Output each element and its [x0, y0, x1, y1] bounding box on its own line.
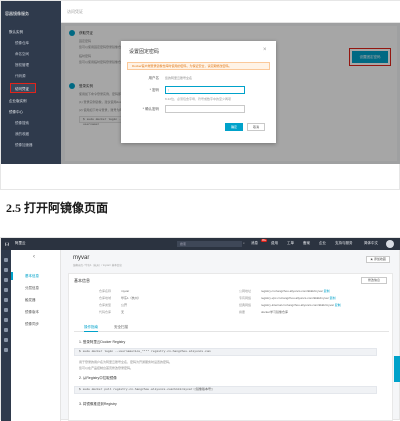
- note-password: 您可以在产品控制台首页修改登录密码。: [79, 366, 134, 370]
- kv-repo-region: 仓库地域 华东1（杭州）: [99, 296, 141, 300]
- set-password-modal: 设置固定密码 × Docker客户端登录镜像仓库时使用的密码，为保证安全，请定期…: [121, 41, 276, 143]
- notification-badge: 99+: [261, 239, 268, 242]
- modal-warning: Docker客户端登录镜像仓库时使用的密码，为保证安全，请定期修改密码。: [127, 62, 270, 70]
- kv-vpc-address: 专有网络 registry-vpc.cn-hangzhou.aliyuncs.co…: [239, 296, 336, 300]
- sidebar-item-code-source[interactable]: 代码源: [1, 71, 61, 81]
- icon-rail: [1, 250, 11, 421]
- tab-security-scan[interactable]: 安全扫描: [114, 325, 128, 330]
- ok-button[interactable]: 确定: [225, 123, 243, 131]
- aliyun-logo[interactable]: (-): [5, 241, 9, 246]
- brand-name[interactable]: 阿里云: [15, 241, 26, 246]
- sidebar-item-accelerator[interactable]: 镜像加速器: [1, 140, 61, 150]
- modal-title: 设置固定密码: [129, 49, 160, 55]
- sidebar-item-access-credentials[interactable]: 访问凭证: [10, 83, 36, 93]
- edit-info-button[interactable]: 修改信息: [361, 277, 387, 284]
- repo-title: myvar: [73, 255, 90, 261]
- storage-icon[interactable]: [4, 318, 8, 322]
- page-header: 访问凭证: [61, 1, 400, 23]
- sidebar: 容器镜像服务 默认实例 镜像仓库 命名空间 授权管理 代码源 访问凭证 企业版实…: [1, 1, 61, 164]
- sidebar-item-favorites[interactable]: 我的收藏: [1, 129, 61, 139]
- avatar[interactable]: [386, 240, 394, 248]
- server-icon[interactable]: [4, 278, 8, 282]
- console-screenshot-repository: (-) 阿里云 搜索 ⌕ 消息 99+ 费用 工单 备案 企业 支持与服务 简体…: [0, 237, 400, 421]
- section-login: 1. 登录阿里云Docker Registry: [79, 340, 126, 344]
- password-hint: 8-32位，必须包含字母、符号或数字中的至少两项: [165, 97, 232, 101]
- back-icon[interactable]: ‹: [33, 254, 35, 260]
- username-value: 您的阿里云账号全名: [165, 76, 193, 80]
- kv-code-repo: 代码仓库无: [99, 310, 125, 314]
- password-label: * 密码: [149, 88, 159, 92]
- copy-link[interactable]: 复制: [324, 289, 330, 293]
- subnav-sync[interactable]: 镜像同步: [25, 322, 39, 327]
- nav-icp[interactable]: 备案: [303, 241, 310, 246]
- sidebar-brand: 容器镜像服务: [5, 11, 29, 16]
- active-indicator: [11, 272, 13, 280]
- kv-classic-address: 经典网络 registry-internal.cn-hangzhou.aliyun…: [239, 303, 341, 307]
- cloud-icon[interactable]: [4, 298, 8, 302]
- sidebar-item-image-center[interactable]: 镜像中心: [1, 107, 61, 117]
- search-icon[interactable]: ⌕: [243, 241, 245, 245]
- repo-main: myvar 镜像仓库 / 华东1（杭州）/ myvar / 基本信息 ★ 添加收…: [61, 250, 400, 421]
- confirm-password-label: * 确认密码: [142, 107, 159, 111]
- nav-billing[interactable]: 费用: [271, 241, 278, 246]
- add-favorite-button[interactable]: ★ 添加收藏: [366, 256, 390, 263]
- close-icon[interactable]: ×: [263, 47, 267, 53]
- kv-summary: 摘要 docker学习镜像仓库: [239, 310, 289, 314]
- username-label: 用户名: [148, 76, 160, 80]
- basic-info-card: 基本信息 修改信息 仓库名称 myvar 仓库地域 华东1（杭州） 仓库类型 公开 代…: [68, 273, 393, 421]
- code-login: $ sudo docker login --username=ice_**** …: [74, 348, 377, 356]
- sidebar-item-authorization[interactable]: 授权管理: [1, 60, 61, 70]
- sidebar-item-enterprise[interactable]: 企业版实例: [1, 96, 61, 106]
- nav-language[interactable]: 简体中文: [364, 241, 378, 246]
- note-username: 用于登录的用户名为阿里云账号全名，密码为开通服务时设置的密码。: [79, 360, 173, 364]
- nav-enterprise[interactable]: 企业: [319, 241, 326, 246]
- password-field[interactable]: |: [165, 86, 245, 94]
- top-nav-bar: (-) 阿里云 搜索 ⌕ 消息 99+ 费用 工单 备案 企业 支持与服务 简体…: [1, 238, 400, 250]
- breadcrumb: 镜像仓库 / 华东1（杭州）/ myvar / 基本信息: [73, 264, 122, 267]
- subnav-triggers[interactable]: 触发器: [25, 298, 36, 303]
- menu-icon[interactable]: [4, 258, 8, 262]
- database-icon[interactable]: [4, 288, 8, 292]
- card-tabs: 操作指南 安全扫描: [74, 325, 389, 332]
- monitor-icon[interactable]: [4, 338, 8, 342]
- repo-subnav: ‹ 基本信息 分层信息 触发器 镜像版本 镜像同步: [11, 250, 61, 421]
- card-title: 基本信息: [74, 278, 90, 283]
- kv-repo-type: 仓库类型 公开: [99, 303, 128, 307]
- code-pull: $ sudo docker pull registry.cn-hangzhou.…: [74, 386, 377, 394]
- tab-guide[interactable]: 操作指南: [84, 325, 98, 332]
- container-icon[interactable]: [4, 328, 8, 332]
- network-icon[interactable]: [4, 308, 8, 312]
- sidebar-item-namespaces[interactable]: 命名空间: [1, 49, 61, 59]
- section-heading: 2.5 打开阿镜像页面: [6, 201, 109, 215]
- page-title: 访问凭证: [67, 9, 83, 14]
- console-screenshot-credentials: 容器镜像服务 默认实例 镜像仓库 命名空间 授权管理 代码源 访问凭证 企业版实…: [0, 0, 400, 190]
- nav-tickets[interactable]: 工单: [287, 241, 294, 246]
- nav-messages[interactable]: 消息: [251, 241, 258, 246]
- copy-link[interactable]: 复制: [335, 303, 341, 307]
- cancel-button[interactable]: 取消: [247, 123, 265, 131]
- sidebar-item-repositories[interactable]: 镜像仓库: [1, 38, 61, 48]
- nav-support[interactable]: 支持与服务: [335, 241, 353, 246]
- section-pull: 2. 从Registry中拉取镜像: [79, 376, 117, 380]
- search-input[interactable]: 搜索: [177, 241, 242, 247]
- security-icon[interactable]: [4, 348, 8, 352]
- home-icon[interactable]: [4, 268, 8, 272]
- sidebar-item-image-search[interactable]: 镜像搜索: [1, 118, 61, 128]
- subnav-basic-info[interactable]: 基本信息: [25, 274, 39, 279]
- sidebar-item-default-instance[interactable]: 默认实例: [1, 27, 61, 37]
- copy-link[interactable]: 复制: [330, 296, 336, 300]
- subnav-tags[interactable]: 镜像版本: [25, 310, 39, 315]
- kv-public-address: 公网地址 registry.cn-hangzhou.aliyuncs.com/kk…: [239, 289, 330, 293]
- confirm-password-field[interactable]: [165, 105, 245, 113]
- section-push: 3. 将镜像推送到Registry: [79, 402, 117, 406]
- kv-repo-name: 仓库名称 myvar: [99, 289, 130, 293]
- subnav-layers[interactable]: 分层信息: [25, 286, 39, 291]
- feedback-tab[interactable]: [394, 356, 400, 382]
